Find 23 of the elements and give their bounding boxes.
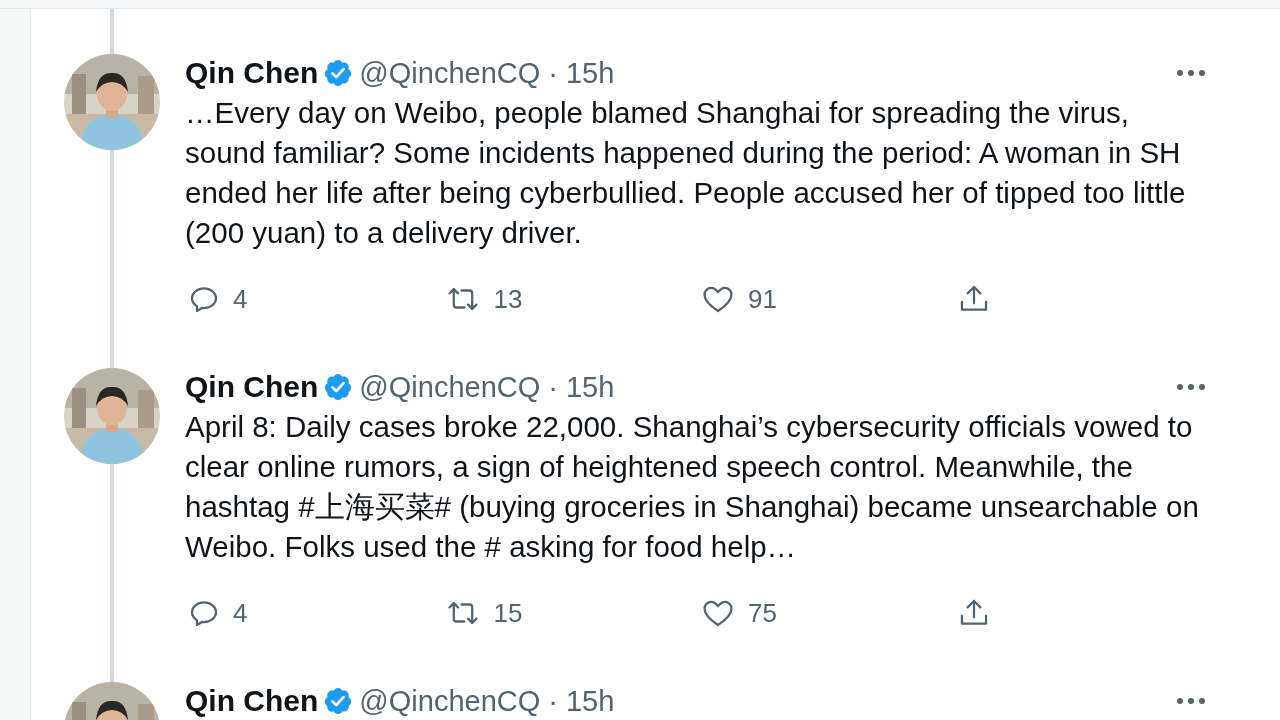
timestamp[interactable]: 15h	[565, 684, 615, 718]
author-name[interactable]: Qin Chen	[185, 684, 319, 718]
timestamp[interactable]: 15h	[565, 370, 615, 404]
retweet-count: 13	[493, 283, 523, 315]
timestamp[interactable]: 15h	[565, 56, 615, 90]
like-count: 75	[748, 597, 777, 629]
tweet-text: April 8: Daily cases broke 22,000. Shanghai’s cybersecurity officials vowed to clear online rumors, a sign of heightened speech control. Meanwhile, the hashtag #上海买菜# (buying groceries in Shanghai) became unsearchable on Weibo. Folks used the # asking for food help…	[185, 409, 1200, 565]
like-count: 91	[748, 283, 777, 315]
separator: ·	[548, 370, 558, 404]
retweet-count: 15	[493, 597, 523, 629]
author-name[interactable]: Qin Chen	[185, 370, 319, 404]
author-handle: @QinchenCQ	[359, 370, 541, 404]
author-handle: @QinchenCQ	[359, 56, 541, 90]
author-handle: @QinchenCQ	[359, 684, 541, 718]
separator: ·	[548, 56, 558, 90]
separator: ·	[548, 684, 558, 718]
more-icon[interactable]	[1176, 697, 1206, 705]
more-icon[interactable]	[1176, 383, 1206, 391]
reply-count: 4	[233, 597, 248, 629]
author-name[interactable]: Qin Chen	[185, 56, 319, 90]
reply-count: 4	[233, 283, 248, 315]
tweet-text: …Every day on Weibo, people blamed Shanghai for spreading the virus, sound familiar? Some incidents happened during the period: A woman in SH ended her life after being cyberbullied. People accused her of tipped too little (200 yuan) to a delivery driver.	[185, 95, 1187, 251]
more-icon[interactable]	[1176, 69, 1206, 77]
